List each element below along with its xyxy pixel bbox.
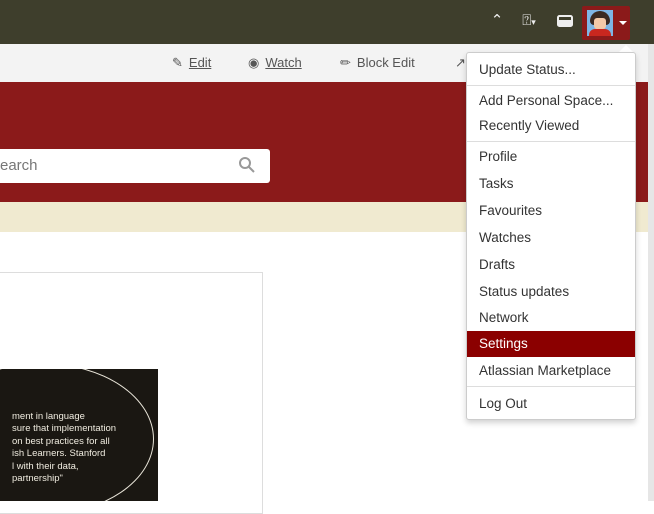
menu-divider: [467, 85, 635, 86]
menu-divider: [467, 386, 635, 387]
menu-item-atlassian-marketplace[interactable]: Atlassian Marketplace: [467, 358, 635, 384]
chevrons-up-icon[interactable]: ⌃: [488, 8, 506, 34]
avatar: [587, 10, 613, 36]
menu-item-status-updates[interactable]: Status updates: [467, 279, 635, 305]
help-menu-button[interactable]: ⍰▾: [510, 8, 548, 34]
watch-button[interactable]: ◉ Watch: [248, 54, 302, 72]
user-dropdown-menu: Update Status... Add Personal Space... R…: [466, 52, 636, 420]
menu-item-settings[interactable]: Settings: [467, 331, 635, 357]
chevron-down-icon: [619, 21, 627, 25]
pencil-icon: ✎: [172, 55, 183, 70]
menu-item-update-status[interactable]: Update Status...: [467, 57, 635, 83]
notifications-button[interactable]: [552, 8, 578, 34]
quote-text: ment in language sure that implementatio…: [12, 411, 117, 485]
user-menu-button[interactable]: [582, 6, 630, 40]
share-icon: ↗: [455, 55, 466, 70]
scrollbar[interactable]: [648, 44, 654, 501]
menu-item-network[interactable]: Network: [467, 305, 635, 331]
chevron-down-icon: ▾: [531, 17, 536, 27]
menu-item-tasks[interactable]: Tasks: [467, 171, 635, 197]
search-input[interactable]: earch: [0, 149, 270, 183]
eye-icon: ◉: [248, 55, 260, 70]
menu-item-watches[interactable]: Watches: [467, 225, 635, 251]
block-edit-button[interactable]: ✏ Block Edit: [340, 54, 415, 72]
edit-box-icon: ✏: [340, 55, 351, 70]
dropdown-pointer: [619, 45, 633, 52]
menu-item-recently-viewed[interactable]: Recently Viewed: [467, 113, 635, 139]
top-navigation-bar: ⌃ ⍰▾: [0, 0, 654, 44]
menu-item-profile[interactable]: Profile: [467, 144, 635, 170]
notifications-icon: [557, 15, 573, 27]
quote-image: ment in language sure that implementatio…: [0, 369, 158, 501]
menu-divider: [467, 141, 635, 142]
search-icon[interactable]: [238, 156, 256, 174]
search-placeholder: earch: [0, 157, 38, 174]
edit-button[interactable]: ✎ Edit: [172, 54, 211, 72]
menu-item-favourites[interactable]: Favourites: [467, 198, 635, 224]
menu-item-log-out[interactable]: Log Out: [467, 391, 635, 417]
help-icon: ⍰: [522, 12, 532, 29]
menu-item-add-personal-space[interactable]: Add Personal Space...: [467, 88, 635, 114]
menu-item-drafts[interactable]: Drafts: [467, 252, 635, 278]
